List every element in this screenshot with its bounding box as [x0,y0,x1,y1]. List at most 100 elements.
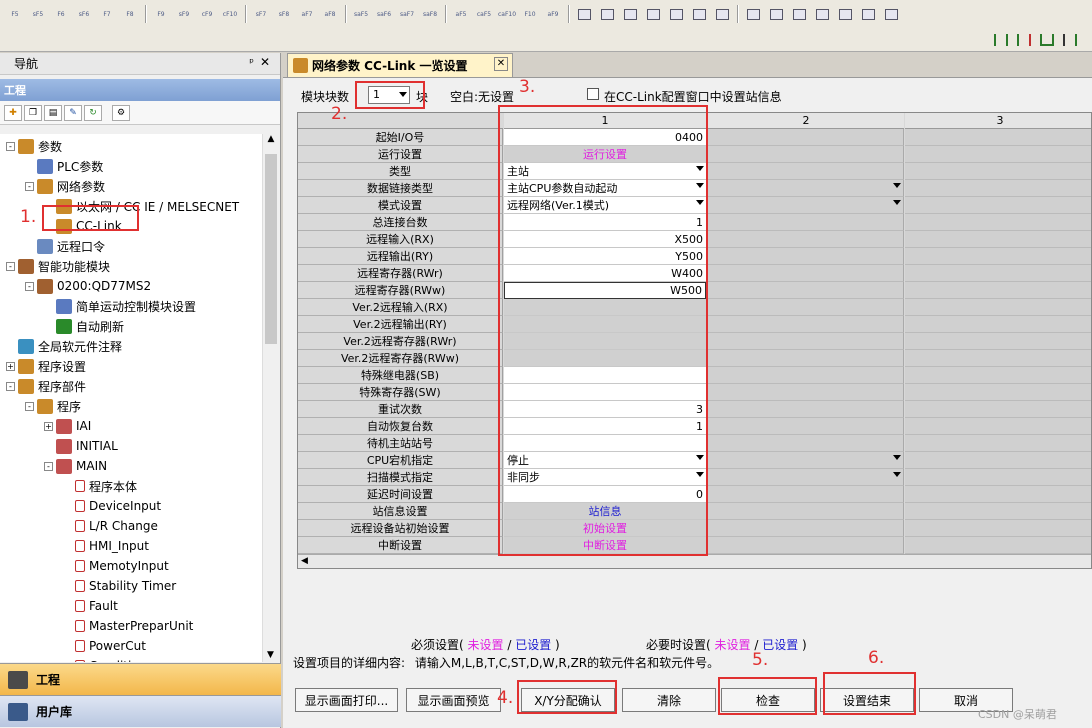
new-item-icon[interactable]: ✚ [4,104,22,121]
setting-cell-empty[interactable] [708,231,904,248]
setting-cell-empty[interactable] [708,180,904,197]
function-key-button[interactable]: cF9 [196,4,218,24]
paste-icon[interactable]: ▤ [44,104,62,121]
collapse-icon[interactable]: - [25,401,34,411]
ladder-icon[interactable] [1036,30,1058,50]
tool-icon[interactable] [788,4,810,24]
collapse-icon[interactable]: - [25,281,34,291]
tree-node[interactable]: 远程口令 [25,236,105,256]
ladder-icon[interactable] [990,30,1012,50]
collapse-icon[interactable]: - [44,461,53,471]
function-key-button[interactable]: F9 [150,4,172,24]
chevron-down-icon[interactable] [893,183,901,188]
scroll-thumb[interactable] [265,154,277,344]
tree-scrollbar[interactable]: ▲ ▼ [262,134,279,662]
function-key-button[interactable]: sF8 [273,4,295,24]
setting-cell-empty[interactable] [708,265,904,282]
setting-cell-empty[interactable] [905,163,1091,180]
function-key-button[interactable]: F10 [519,4,541,24]
properties-icon[interactable]: ✎ [64,104,82,121]
function-key-button[interactable]: F5 [4,4,26,24]
function-key-button[interactable]: aF7 [296,4,318,24]
function-key-button[interactable]: F6 [50,4,72,24]
preview-screen-button[interactable]: 显示画面预览 [406,688,501,712]
setting-cell-empty[interactable] [708,537,904,554]
close-icon[interactable]: ✕ [260,55,270,69]
setting-cell-empty[interactable] [708,214,904,231]
setting-cell-empty[interactable] [708,401,904,418]
tree-node[interactable]: 自动刷新 [44,316,124,336]
setting-cell-empty[interactable] [708,299,904,316]
setting-cell-empty[interactable] [708,452,904,469]
tab-project[interactable]: 工程 [0,663,281,695]
setting-cell-empty[interactable] [905,384,1091,401]
setting-cell-empty[interactable] [905,520,1091,537]
tree-node[interactable]: Fault [63,596,118,616]
setting-cell-empty[interactable] [708,418,904,435]
collapse-icon[interactable]: - [25,181,34,191]
setting-cell-empty[interactable] [708,520,904,537]
setting-cell-empty[interactable] [708,469,904,486]
function-key-button[interactable]: sF9 [173,4,195,24]
print-screen-button[interactable]: 显示画面打印... [295,688,398,712]
tool-icon[interactable] [642,4,664,24]
scroll-left-icon[interactable]: ◀ [301,556,308,566]
setting-cell-empty[interactable] [708,146,904,163]
setting-cell-empty[interactable] [708,435,904,452]
setting-cell-empty[interactable] [905,265,1091,282]
tree-node[interactable]: Stability Timer [63,576,176,596]
tree-node[interactable]: DeviceInput [63,496,161,516]
document-tab[interactable]: 网络参数 CC-Link 一览设置 ✕ [287,53,513,77]
tool-icon[interactable] [765,4,787,24]
tree-node[interactable]: MemotyInput [63,556,169,576]
setting-cell-empty[interactable] [905,197,1091,214]
tool-icon[interactable] [811,4,833,24]
grid-h-scrollbar[interactable]: ◀ [298,554,1091,568]
function-key-button[interactable]: sF5 [27,4,49,24]
tree-node[interactable]: Condition [63,656,146,662]
setting-cell-empty[interactable] [905,537,1091,554]
setting-cell-empty[interactable] [905,299,1091,316]
tree-node[interactable]: 程序本体 [63,476,137,496]
expand-icon[interactable]: + [44,421,53,431]
tree-node[interactable]: - 程序部件 [6,376,86,396]
setting-cell-empty[interactable] [905,146,1091,163]
setting-cell-empty[interactable] [708,248,904,265]
setting-cell-empty[interactable] [708,163,904,180]
setting-cell-empty[interactable] [708,129,904,146]
tree-node[interactable]: INITIAL [44,436,118,456]
setting-cell-empty[interactable] [905,231,1091,248]
tool-icon[interactable] [880,4,902,24]
tree-node[interactable]: - 智能功能模块 [6,256,110,276]
tool-icon[interactable] [665,4,687,24]
tab-user-library[interactable]: 用户库 [0,695,281,727]
setting-cell-empty[interactable] [905,367,1091,384]
setting-cell-empty[interactable] [905,333,1091,350]
function-key-button[interactable]: caF5 [473,4,495,24]
tree-node[interactable]: + IAI [44,416,91,436]
tree-node[interactable]: PowerCut [63,636,146,656]
scroll-up-icon[interactable]: ▲ [263,134,279,144]
setting-cell-empty[interactable] [708,367,904,384]
tree-node[interactable]: 全局软元件注释 [6,336,122,356]
function-key-button[interactable]: aF8 [319,4,341,24]
refresh-icon[interactable]: ↻ [84,104,102,121]
setting-cell-empty[interactable] [708,282,904,299]
tree-node[interactable]: - 参数 [6,136,62,156]
function-key-button[interactable]: cF10 [219,4,241,24]
tool-icon[interactable] [573,4,595,24]
setting-cell-empty[interactable] [905,129,1091,146]
tree-node[interactable]: L/R Change [63,516,158,536]
tree-node[interactable]: - MAIN [44,456,107,476]
function-key-button[interactable]: F8 [119,4,141,24]
function-key-button[interactable]: caF10 [496,4,518,24]
tree-node[interactable]: PLC参数 [25,156,103,176]
setting-cell-empty[interactable] [905,418,1091,435]
clear-button[interactable]: 清除 [622,688,716,712]
function-key-button[interactable]: sF7 [250,4,272,24]
copy-icon[interactable]: ❐ [24,104,42,121]
tool-icon[interactable]: ⚙ [112,104,130,121]
setting-cell-empty[interactable] [708,384,904,401]
setting-cell-empty[interactable] [905,350,1091,367]
setting-cell-empty[interactable] [905,180,1091,197]
